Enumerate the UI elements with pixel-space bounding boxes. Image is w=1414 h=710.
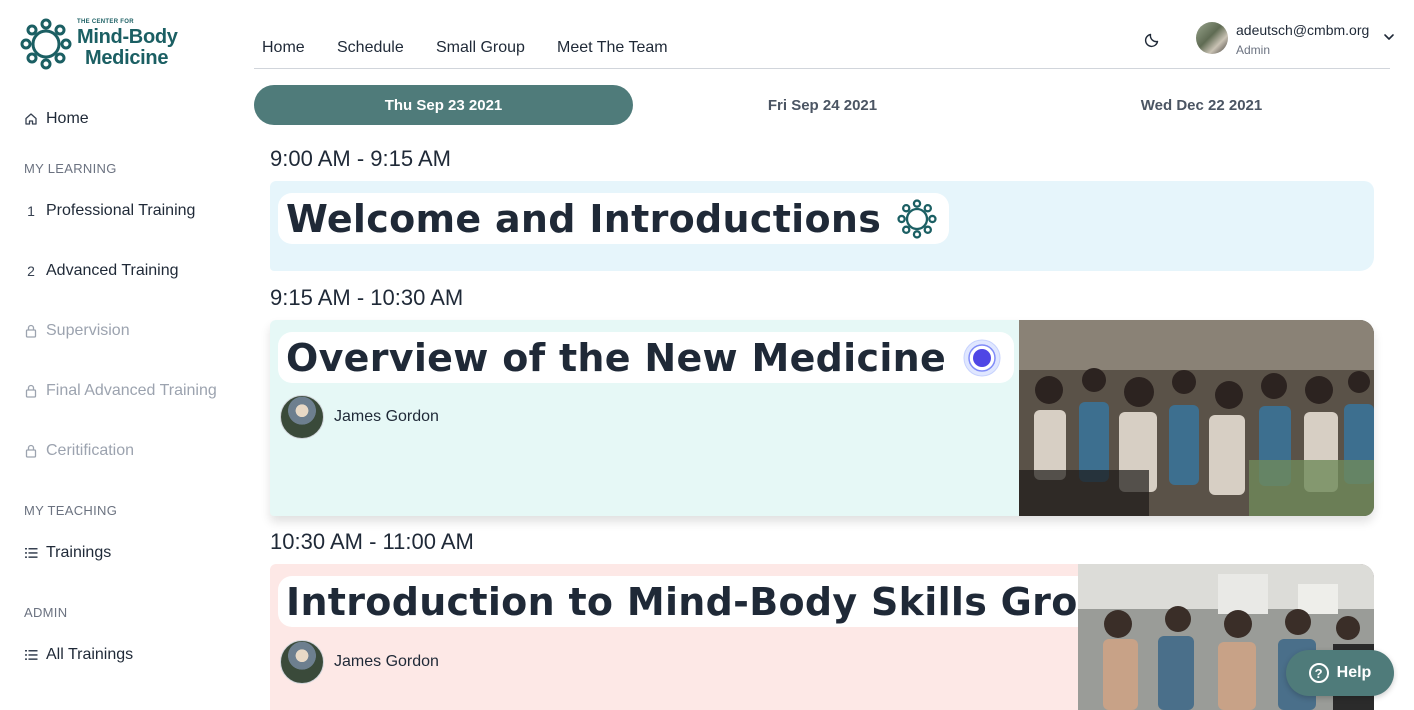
home-icon (24, 112, 38, 126)
sidebar: THE CENTER FOR Mind-Body Medicine Home M… (0, 0, 245, 710)
sidebar-item-label: Advanced Training (46, 262, 179, 279)
step-number: 1 (27, 203, 35, 219)
lock-icon (24, 324, 38, 338)
logo-line1: Mind-Body (77, 26, 178, 48)
record-dot-icon (960, 336, 1004, 380)
session-title-pill[interactable]: Welcome and Introductions (278, 193, 950, 244)
help-button[interactable]: ? Help (1286, 650, 1394, 696)
section-my-teaching: MY TEACHING (24, 503, 118, 518)
lock-icon (24, 444, 38, 458)
user-role: Admin (1236, 43, 1271, 57)
cmbm-logo-icon (895, 197, 939, 241)
list-icon (24, 649, 38, 661)
session-time: 9:00 AM - 9:15 AM (270, 146, 451, 171)
cmbm-logo-icon (20, 18, 72, 70)
session-title: Introduction to Mind-Body Skills Groups (286, 579, 1156, 624)
logo-line2: Medicine (85, 47, 169, 69)
topnav-home[interactable]: Home (262, 39, 305, 57)
session-title-pill[interactable]: Overview of the New Medicine (278, 332, 1015, 383)
session-title: Overview of the New Medicine (286, 335, 947, 380)
sidebar-item-final-advanced-training[interactable]: Final Advanced Training (24, 382, 217, 400)
sidebar-item-label: Professional Training (46, 202, 196, 219)
user-avatar[interactable] (1196, 22, 1228, 54)
topnav-schedule[interactable]: Schedule (337, 39, 404, 57)
sidebar-item-label: Home (46, 110, 89, 127)
date-tab-1[interactable]: Thu Sep 23 2021 (254, 85, 633, 125)
sidebar-item-all-trainings[interactable]: All Trainings (24, 646, 133, 664)
moon-icon[interactable] (1144, 30, 1162, 48)
topnav-small-group[interactable]: Small Group (436, 39, 525, 57)
speaker-avatar (280, 640, 324, 684)
sidebar-item-trainings[interactable]: Trainings (24, 544, 111, 562)
section-my-learning: MY LEARNING (24, 161, 117, 176)
session-card-overview[interactable]: Overview of the New Medicine James Gordo… (270, 320, 1374, 516)
logo-small-text: THE CENTER FOR (77, 19, 134, 25)
cmbm-logo[interactable]: THE CENTER FOR Mind-Body Medicine (20, 18, 178, 70)
lock-icon (24, 384, 38, 398)
speaker[interactable]: James Gordon (280, 640, 439, 684)
step-number: 2 (27, 263, 35, 279)
session-time: 10:30 AM - 11:00 AM (270, 529, 474, 554)
session-card-welcome[interactable]: Welcome and Introductions (270, 181, 1374, 271)
list-icon (24, 547, 38, 559)
sidebar-item-label: Supervision (46, 322, 130, 339)
question-icon: ? (1308, 663, 1329, 683)
logo-text: THE CENTER FOR Mind-Body Medicine (77, 19, 178, 69)
session-time: 9:15 AM - 10:30 AM (270, 285, 464, 310)
topnav-meet-the-team[interactable]: Meet The Team (557, 39, 668, 57)
sidebar-item-home[interactable]: Home (24, 110, 89, 128)
speaker-name: James Gordon (334, 653, 439, 670)
user-email[interactable]: adeutsch@cmbm.org (1236, 22, 1369, 38)
help-label: Help (1336, 664, 1372, 681)
session-photo (1019, 320, 1374, 516)
sidebar-item-label: Trainings (46, 544, 112, 561)
date-tab-2[interactable]: Fri Sep 24 2021 (633, 85, 1012, 125)
sidebar-item-label: Ceritification (46, 442, 135, 459)
speaker[interactable]: James Gordon (280, 395, 439, 439)
session-title: Welcome and Introductions (286, 196, 882, 241)
speaker-name: James Gordon (334, 408, 439, 425)
speaker-avatar (280, 395, 324, 439)
section-admin: ADMIN (24, 605, 68, 620)
sidebar-item-supervision[interactable]: Supervision (24, 322, 130, 340)
session-card-intro-skills-groups[interactable]: Introduction to Mind-Body Skills Groups … (270, 564, 1374, 710)
date-tab-3[interactable]: Wed Dec 22 2021 (1012, 85, 1391, 125)
top-navigation: Home Schedule Small Group Meet The Team … (254, 0, 1394, 69)
sidebar-item-label: All Trainings (46, 646, 134, 663)
sidebar-item-certification[interactable]: Ceritification (24, 442, 134, 460)
chevron-down-icon[interactable] (1382, 30, 1396, 44)
sidebar-item-label: Final Advanced Training (46, 382, 217, 399)
sidebar-item-professional-training[interactable]: 1 Professional Training (24, 202, 195, 220)
sidebar-item-advanced-training[interactable]: 2 Advanced Training (24, 262, 179, 280)
